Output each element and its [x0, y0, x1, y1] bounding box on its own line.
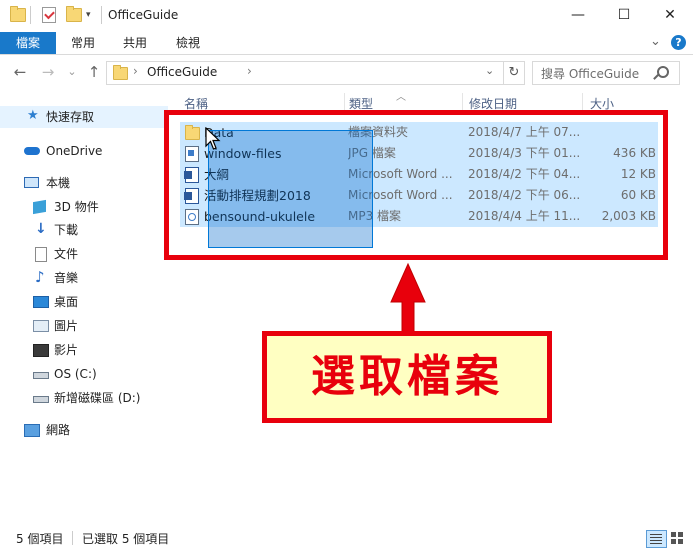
properties-icon[interactable] — [42, 7, 56, 23]
pictures-icon — [33, 320, 49, 332]
callout-text: 選取檔案 — [311, 351, 503, 402]
title-divider — [30, 6, 31, 24]
up-button[interactable]: ↑ — [84, 61, 104, 83]
path-separator-icon[interactable]: › — [133, 64, 138, 78]
callout-box: 選取檔案 — [262, 331, 552, 423]
nav-documents-label: 文件 — [54, 247, 79, 261]
nav-drive-c-label: OS (C:) — [54, 367, 97, 381]
path-separator-icon-2[interactable]: › — [247, 64, 252, 78]
address-folder-icon — [113, 65, 128, 80]
nav-drive-d-label: 新增磁碟區 (D:) — [54, 391, 141, 405]
nav-quick-access[interactable]: ★ 快速存取 — [0, 106, 168, 128]
tab-file[interactable]: 檔案 — [0, 32, 56, 54]
tab-home[interactable]: 常用 — [60, 32, 106, 54]
forward-button[interactable]: → — [38, 61, 58, 83]
selected-count: 已選取 5 個項目 — [82, 532, 170, 546]
nav-music-label: 音樂 — [54, 271, 79, 285]
details-view-icon[interactable] — [646, 530, 667, 548]
tab-share[interactable]: 共用 — [112, 32, 158, 54]
arrow-up-icon — [390, 262, 426, 333]
nav-network-label: 網路 — [46, 423, 71, 437]
recent-locations-button[interactable]: ⌄ — [62, 61, 82, 83]
sort-up-icon: ︿ — [396, 92, 406, 103]
back-button[interactable]: ← — [10, 61, 30, 83]
star-icon: ★ — [27, 108, 39, 123]
address-row: ← → ⌄ ↑ › OfficeGuide › ⌄ ↻ 搜尋 OfficeGui… — [0, 55, 693, 91]
download-arrow-icon: ↓ — [35, 221, 47, 237]
ribbon-tabs: 檔案 常用 共用 檢視 ⌄ ? — [0, 32, 693, 55]
nav-downloads-label: 下載 — [54, 223, 79, 237]
address-dropdown-icon[interactable]: ⌄ — [485, 64, 494, 77]
nav-this-pc-label: 本機 — [46, 176, 71, 190]
status-bar: 5 個項目 已選取 5 個項目 — [0, 528, 693, 549]
nav-videos-label: 影片 — [54, 343, 79, 357]
search-placeholder: 搜尋 OfficeGuide — [541, 67, 640, 81]
minimize-button[interactable]: — — [555, 0, 601, 32]
search-icon[interactable] — [657, 66, 669, 78]
folder-icon — [10, 6, 26, 22]
search-input[interactable]: 搜尋 OfficeGuide — [532, 61, 680, 85]
help-icon[interactable]: ? — [671, 35, 686, 50]
document-icon — [35, 247, 47, 262]
film-icon — [33, 344, 49, 357]
cube-icon — [33, 199, 46, 215]
monitor-icon — [24, 177, 39, 188]
network-icon — [24, 424, 40, 437]
cloud-icon — [24, 147, 40, 155]
music-note-icon: ♪ — [35, 268, 45, 286]
drive-icon — [33, 372, 49, 379]
highlight-box — [164, 110, 668, 260]
ribbon-expand-icon[interactable]: ⌄ — [650, 34, 661, 49]
desktop-icon — [33, 296, 49, 308]
status-divider — [72, 531, 73, 545]
item-count: 5 個項目 — [16, 532, 64, 546]
drive-icon-2 — [33, 396, 49, 403]
address-path[interactable]: OfficeGuide — [147, 65, 217, 79]
title-bar: ▾ OfficeGuide — ☐ ✕ — [0, 0, 693, 32]
maximize-button[interactable]: ☐ — [601, 0, 647, 32]
nav-pictures-label: 圖片 — [54, 319, 79, 333]
large-icons-view-icon[interactable] — [670, 531, 685, 545]
new-folder-icon[interactable] — [66, 6, 82, 22]
address-bar[interactable]: › OfficeGuide › ⌄ — [106, 61, 504, 85]
tab-view[interactable]: 檢視 — [165, 32, 211, 54]
nav-onedrive-label: OneDrive — [46, 144, 103, 158]
quick-access-dropdown-icon[interactable]: ▾ — [86, 10, 91, 20]
navigation-pane: ★ 快速存取 OneDrive 本機 3D 物件 ↓ 下載 文件 ♪ 音樂 桌面… — [0, 92, 170, 526]
nav-3d-objects-label: 3D 物件 — [54, 200, 99, 214]
title-divider-2 — [101, 6, 102, 24]
refresh-button[interactable]: ↻ — [503, 61, 525, 85]
close-button[interactable]: ✕ — [647, 0, 693, 32]
nav-quick-access-label: 快速存取 — [46, 110, 95, 124]
search-icon-handle — [653, 74, 659, 80]
window-title: OfficeGuide — [108, 8, 179, 22]
nav-desktop-label: 桌面 — [54, 295, 79, 309]
